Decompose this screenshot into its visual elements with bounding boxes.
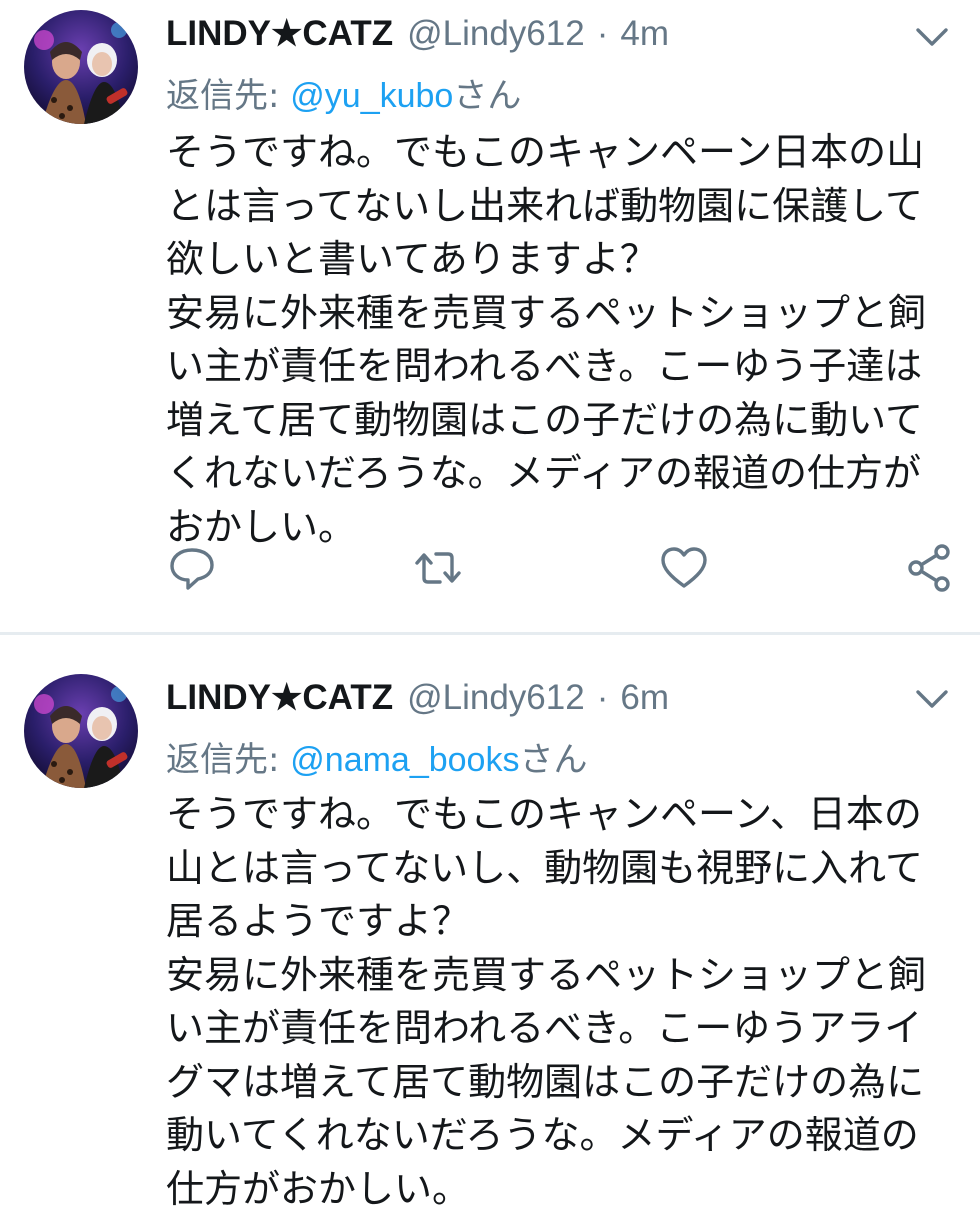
- tweet-text-line: 欲しいと書いてありますよ？: [166, 233, 946, 287]
- tweet-text: そうですね。でもこのキャンペーン日本の山 とは言ってないし出来れば動物園に保護し…: [166, 126, 946, 554]
- tweet-text-line: とは言ってないし出来れば動物園に保護して: [166, 180, 946, 234]
- tweet-text-line: 安易に外来種を売買するペットショップと飼: [166, 949, 946, 1003]
- display-name[interactable]: LINDY★CATZ: [166, 14, 393, 54]
- tweet-header: LINDY★CATZ @Lindy612 · 6m: [166, 678, 669, 722]
- tweet-text-line: 仕方がおかしい。: [166, 1163, 946, 1216]
- tweet-text-line: そうですね。でもこのキャンペーン、日本の: [166, 788, 946, 842]
- tweet-text-line: グマは増えて居て動物園はこの子だけの為に: [166, 1056, 946, 1110]
- reply-mention-link[interactable]: @yu_kubo: [290, 77, 453, 115]
- reply-icon[interactable]: [164, 540, 220, 596]
- tweet-text-line: 増えて居て動物園はこの子だけの為に動いて: [166, 394, 946, 448]
- tweet-divider: [0, 632, 980, 635]
- reply-mention-link[interactable]: @nama_books: [290, 741, 519, 779]
- timestamp[interactable]: 6m: [620, 678, 669, 718]
- tweet-header: LINDY★CATZ @Lindy612 · 4m: [166, 14, 669, 58]
- reply-suffix: さん: [519, 740, 587, 780]
- tweet-text-line: い主が責任を問われるべき。こーゆうアライ: [166, 1002, 946, 1056]
- display-name[interactable]: LINDY★CATZ: [166, 678, 393, 718]
- reply-context: 返信先: @nama_booksさん: [166, 738, 587, 782]
- reply-prefix: 返信先:: [166, 740, 290, 780]
- tweet-text-line: 居るようですよ？: [166, 895, 946, 949]
- tweet-text: そうですね。でもこのキャンペーン、日本の 山とは言ってないし、動物園も視野に入れ…: [166, 788, 946, 1216]
- tweet-actions: [0, 540, 980, 600]
- reply-suffix: さん: [453, 76, 521, 116]
- avatar[interactable]: [24, 674, 138, 788]
- tweet-text-line: い主が責任を問われるべき。こーゆう子達は: [166, 340, 946, 394]
- retweet-icon[interactable]: [410, 540, 466, 596]
- user-handle[interactable]: @Lindy612: [407, 14, 585, 54]
- share-icon[interactable]: [902, 540, 958, 596]
- user-handle[interactable]: @Lindy612: [407, 678, 585, 718]
- avatar[interactable]: [24, 10, 138, 124]
- tweet-text-line: くれないだろうな。メディアの報道の仕方が: [166, 447, 946, 501]
- timestamp[interactable]: 4m: [620, 14, 669, 54]
- like-icon[interactable]: [656, 540, 712, 596]
- separator-dot: ·: [597, 14, 609, 54]
- reply-context: 返信先: @yu_kuboさん: [166, 74, 521, 118]
- tweet-text-line: 山とは言ってないし、動物園も視野に入れて: [166, 842, 946, 896]
- chevron-down-icon[interactable]: [912, 22, 952, 52]
- reply-prefix: 返信先:: [166, 76, 290, 116]
- tweet-text-line: 動いてくれないだろうな。メディアの報道の: [166, 1109, 946, 1163]
- tweet-text-line: そうですね。でもこのキャンペーン日本の山: [166, 126, 946, 180]
- chevron-down-icon[interactable]: [912, 684, 952, 714]
- separator-dot: ·: [597, 678, 609, 718]
- tweet-text-line: 安易に外来種を売買するペットショップと飼: [166, 287, 946, 341]
